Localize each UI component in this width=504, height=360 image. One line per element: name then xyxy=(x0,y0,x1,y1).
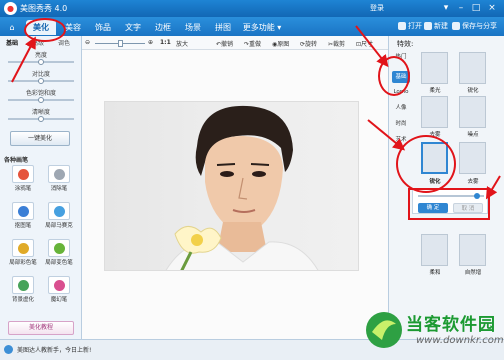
watermark-title: 当客软件园 xyxy=(406,315,496,335)
annotation-arrows xyxy=(11,25,501,200)
site-watermark: 当客软件园 www.downkr.com xyxy=(360,308,504,360)
watermark-url: www.downkr.com xyxy=(416,335,504,346)
arrow-to-beautify-tab xyxy=(11,36,36,83)
arrow-to-confirm xyxy=(485,175,501,200)
arrow-to-sharpen-effect xyxy=(367,119,406,151)
arrow-to-basic-category xyxy=(355,25,389,68)
watermark-logo-icon xyxy=(366,312,402,348)
